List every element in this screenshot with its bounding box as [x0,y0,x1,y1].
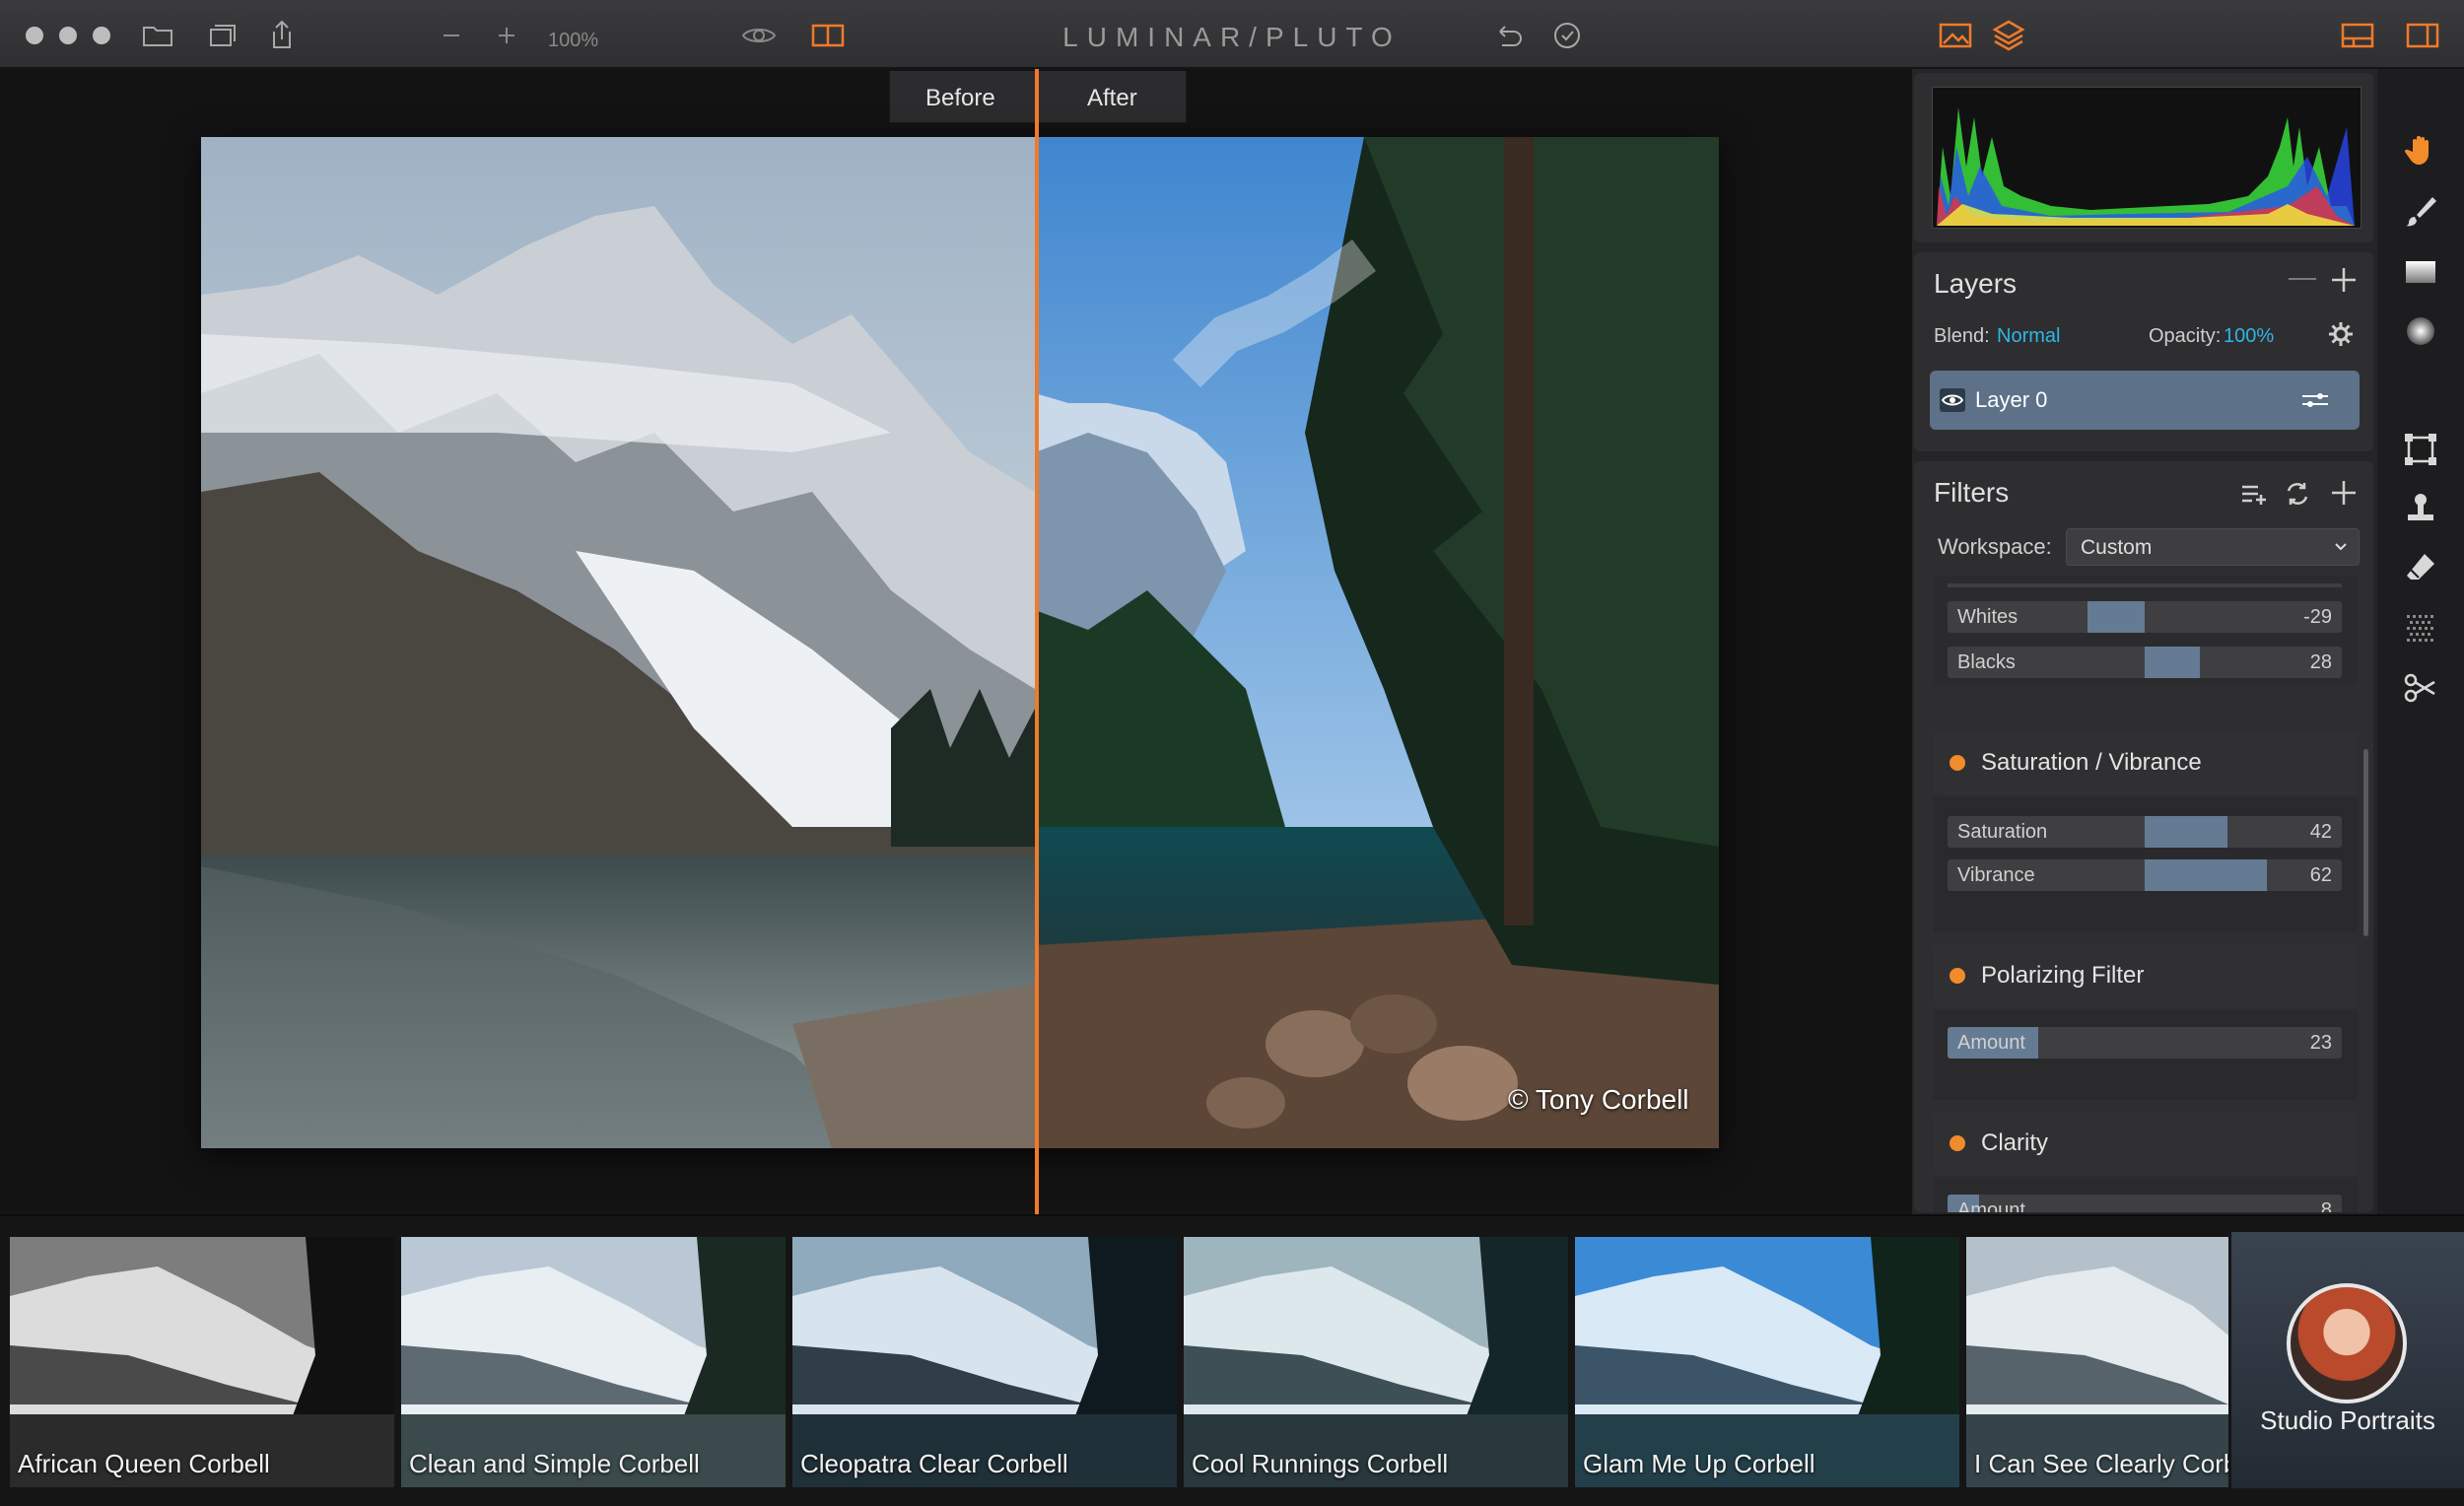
preset-thumbnail[interactable]: Cleopatra Clear Corbell [792,1237,1177,1487]
noise-dither-icon[interactable] [2403,611,2438,647]
gradient-tool-icon[interactable] [2403,254,2438,290]
preset-thumbnail[interactable]: Cool Runnings Corbell [1184,1237,1568,1487]
filter-active-dot[interactable] [1950,1135,1965,1151]
landscape-photo [201,137,1719,1148]
image-icon[interactable] [1938,18,1973,53]
undo-icon[interactable] [1490,18,1526,53]
polarizing-amount-slider[interactable]: Amount 23 [1948,1027,2342,1059]
vibrance-value: 62 [2309,864,2332,886]
filters-title: Filters [1934,477,2010,508]
preset-label: Cleopatra Clear Corbell [800,1449,1068,1478]
filter-active-dot[interactable] [1950,968,1965,984]
before-label: Before [925,85,995,111]
blend-mode-value[interactable]: Normal [1997,325,2060,348]
opacity-value[interactable]: 100% [2224,325,2274,348]
whites-label: Whites [1957,606,2019,628]
preset-category-studio-portraits[interactable]: Studio Portraits [2231,1232,2464,1488]
preset-thumbnail[interactable]: Glam Me Up Corbell [1575,1237,1959,1487]
layers-title: Layers [1934,268,2018,299]
layer-visibility-eye-icon[interactable] [1940,388,1965,412]
add-layer-icon[interactable] [2328,264,2360,296]
preset-thumbnail[interactable]: Clean and Simple Corbell [401,1237,786,1487]
layer-name: Layer 0 [1975,387,2048,412]
photo-watermark: © Tony Corbell [1508,1084,1689,1115]
history-icon[interactable] [1549,18,1585,53]
saturation-slider-fill [2145,816,2227,848]
preset-label: African Queen Corbell [18,1449,270,1478]
preset-thumbnail[interactable]: I Can See Clearly Corbell [1966,1237,2228,1487]
saturation-value: 42 [2309,821,2332,843]
blacks-slider-fill [2145,647,2200,678]
top-toolbar: 100% LUMINAR/PLUTO [0,0,2464,69]
preset-label: Cool Runnings Corbell [1192,1449,1449,1478]
workspace-label: Workspace: [1938,534,2052,559]
blend-label: Blend: [1934,325,1990,347]
whites-slider[interactable]: Whites -29 [1948,601,2342,633]
workspace-value: Custom [2081,536,2153,559]
layer-row[interactable]: Layer 0 [1930,371,2360,430]
hand-tool-icon[interactable] [2403,132,2438,168]
clarity-body: Amount 8 [1934,1177,2358,1212]
filter-section-saturation-vibrance[interactable]: Saturation / Vibrance [1934,731,2358,794]
filters-scrollbar[interactable] [2363,749,2368,936]
blacks-value: 28 [2309,651,2332,673]
clarity-amount-label: Amount [1957,1199,2025,1212]
filter-list-icon[interactable] [2239,479,2269,509]
preset-thumbnail[interactable]: African Queen Corbell [10,1237,394,1487]
filter-active-dot[interactable] [1950,755,1965,771]
scrolled-slider-remnant [1948,583,2342,587]
opacity-label: Opacity: [2149,325,2222,347]
whites-slider-fill [2088,601,2145,633]
filter-section-clarity[interactable]: Clarity [1934,1112,2358,1175]
photo-preview[interactable] [201,137,1719,1148]
filter-section-polarizing[interactable]: Polarizing Filter [1934,944,2358,1007]
studio-portraits-label: Studio Portraits [2260,1405,2435,1435]
workspace-select[interactable]: Custom [2066,528,2360,566]
brush-tool-icon[interactable] [2403,193,2438,229]
app-title: LUMINAR/PLUTO [1062,22,1402,52]
filmstrip-toggle-icon[interactable] [2340,18,2375,53]
sidebar-toggle-icon[interactable] [2405,18,2440,53]
clone-stamp-icon[interactable] [2403,491,2438,526]
filter-section-title: Clarity [1981,1130,2049,1156]
layer-adjust-icon[interactable] [2300,388,2330,412]
layers-icon[interactable] [1991,18,2026,53]
polarizing-amount-label: Amount [1957,1032,2025,1054]
polarizing-amount-value: 23 [2309,1032,2332,1054]
filter-section-title: Polarizing Filter [1981,962,2145,989]
remove-layer-icon[interactable] [2289,278,2316,280]
saturation-label: Saturation [1957,821,2048,843]
vibrance-slider[interactable]: Vibrance 62 [1948,859,2342,891]
eraser-icon[interactable] [2403,550,2438,585]
clarity-amount-slider[interactable]: Amount 8 [1948,1195,2342,1212]
studio-portraits-avatar [2287,1283,2407,1403]
preset-label: Glam Me Up Corbell [1583,1449,1815,1478]
clarity-amount-value: 8 [2320,1199,2332,1212]
sync-icon[interactable] [2283,479,2312,509]
after-label: After [1087,85,1137,111]
chevron-down-icon [2335,543,2347,551]
layer-settings-gear-icon[interactable] [2326,319,2356,349]
blacks-slider[interactable]: Blacks 28 [1948,647,2342,678]
filter-section-title: Saturation / Vibrance [1981,749,2202,776]
histogram [1932,87,2361,229]
whites-value: -29 [2303,606,2332,628]
crop-transform-icon[interactable] [2403,432,2438,467]
preset-label: I Can See Clearly Corbell [1974,1449,2228,1478]
add-filter-icon[interactable] [2328,477,2360,509]
scissors-icon[interactable] [2403,670,2438,706]
radial-tool-icon[interactable] [2403,313,2438,349]
vibrance-label: Vibrance [1957,864,2035,886]
vibrance-slider-fill [2145,859,2267,891]
compare-split-handle[interactable] [1035,69,1039,1218]
blacks-label: Blacks [1957,651,2016,673]
preset-label: Clean and Simple Corbell [409,1449,700,1478]
saturation-slider[interactable]: Saturation 42 [1948,816,2342,848]
